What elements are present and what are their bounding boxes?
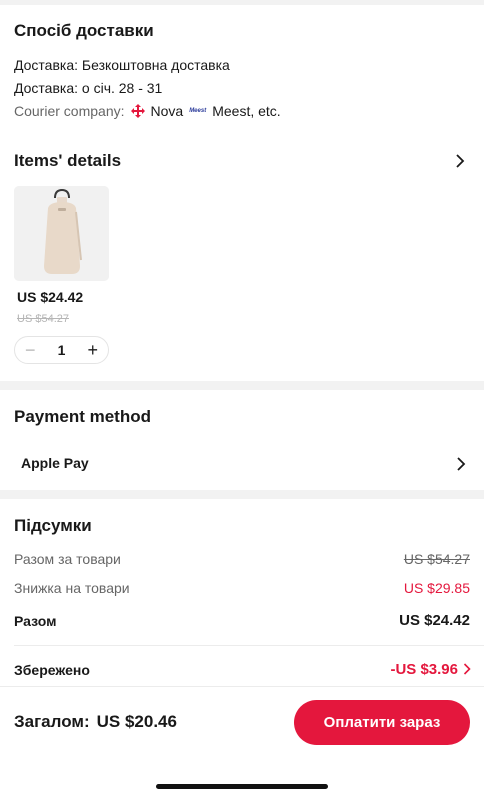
home-indicator[interactable] [156,784,328,789]
courier-row: Courier company: Nova Meest Meest, etc. [14,103,281,119]
delivery-title: Спосіб доставки [14,21,154,40]
nova-poshta-logo-icon [130,104,145,118]
courier-label: Courier company: [14,103,125,119]
delivery-method: Доставка: Безкоштовна доставка [14,57,230,73]
total-value: US $24.42 [399,612,470,629]
item-old-price: US $54.27 [17,313,69,325]
minus-icon[interactable]: − [25,341,36,359]
pay-now-button[interactable]: Оплатити зараз [294,700,470,745]
meest-logo: Meest [189,108,207,114]
top-separator [0,0,484,5]
courier-rest: Meest, etc. [212,103,281,119]
items-chevron-right-icon[interactable] [455,154,465,168]
discount-label: Знижка на товари [14,580,130,596]
saved-chevron-right-icon[interactable] [463,663,471,675]
item-price: US $24.42 [17,289,84,305]
courier-nova: Nova [150,103,184,119]
divider [14,645,484,646]
discount-value: US $29.85 [403,580,470,596]
subtotal-value: US $54.27 [403,551,470,567]
plus-icon[interactable]: + [87,341,98,359]
total-label: Разом [14,613,57,629]
section-separator [0,490,484,499]
grand-total-value: US $20.46 [96,712,177,731]
subtotal-label: Разом за товари [14,551,121,567]
payment-title: Payment method [14,407,151,426]
quantity-stepper[interactable]: − 1 + [14,336,109,364]
grand-total: Загалом: US $20.46 [14,712,177,732]
divider [0,132,484,133]
items-title: Items' details [14,151,122,170]
payment-method[interactable]: Apple Pay [21,455,89,471]
summary-title: Підсумки [14,516,92,535]
product-image[interactable] [14,186,109,281]
thermos-bottle-icon [14,186,109,281]
quantity-value: 1 [57,342,66,358]
grand-total-label: Загалом: [14,712,90,731]
section-separator [0,381,484,390]
payment-chevron-right-icon[interactable] [456,457,466,471]
saved-value[interactable]: -US $3.96 [390,661,458,678]
delivery-dates: Доставка: о січ. 28 - 31 [14,80,163,96]
saved-label: Збережено [14,662,90,678]
